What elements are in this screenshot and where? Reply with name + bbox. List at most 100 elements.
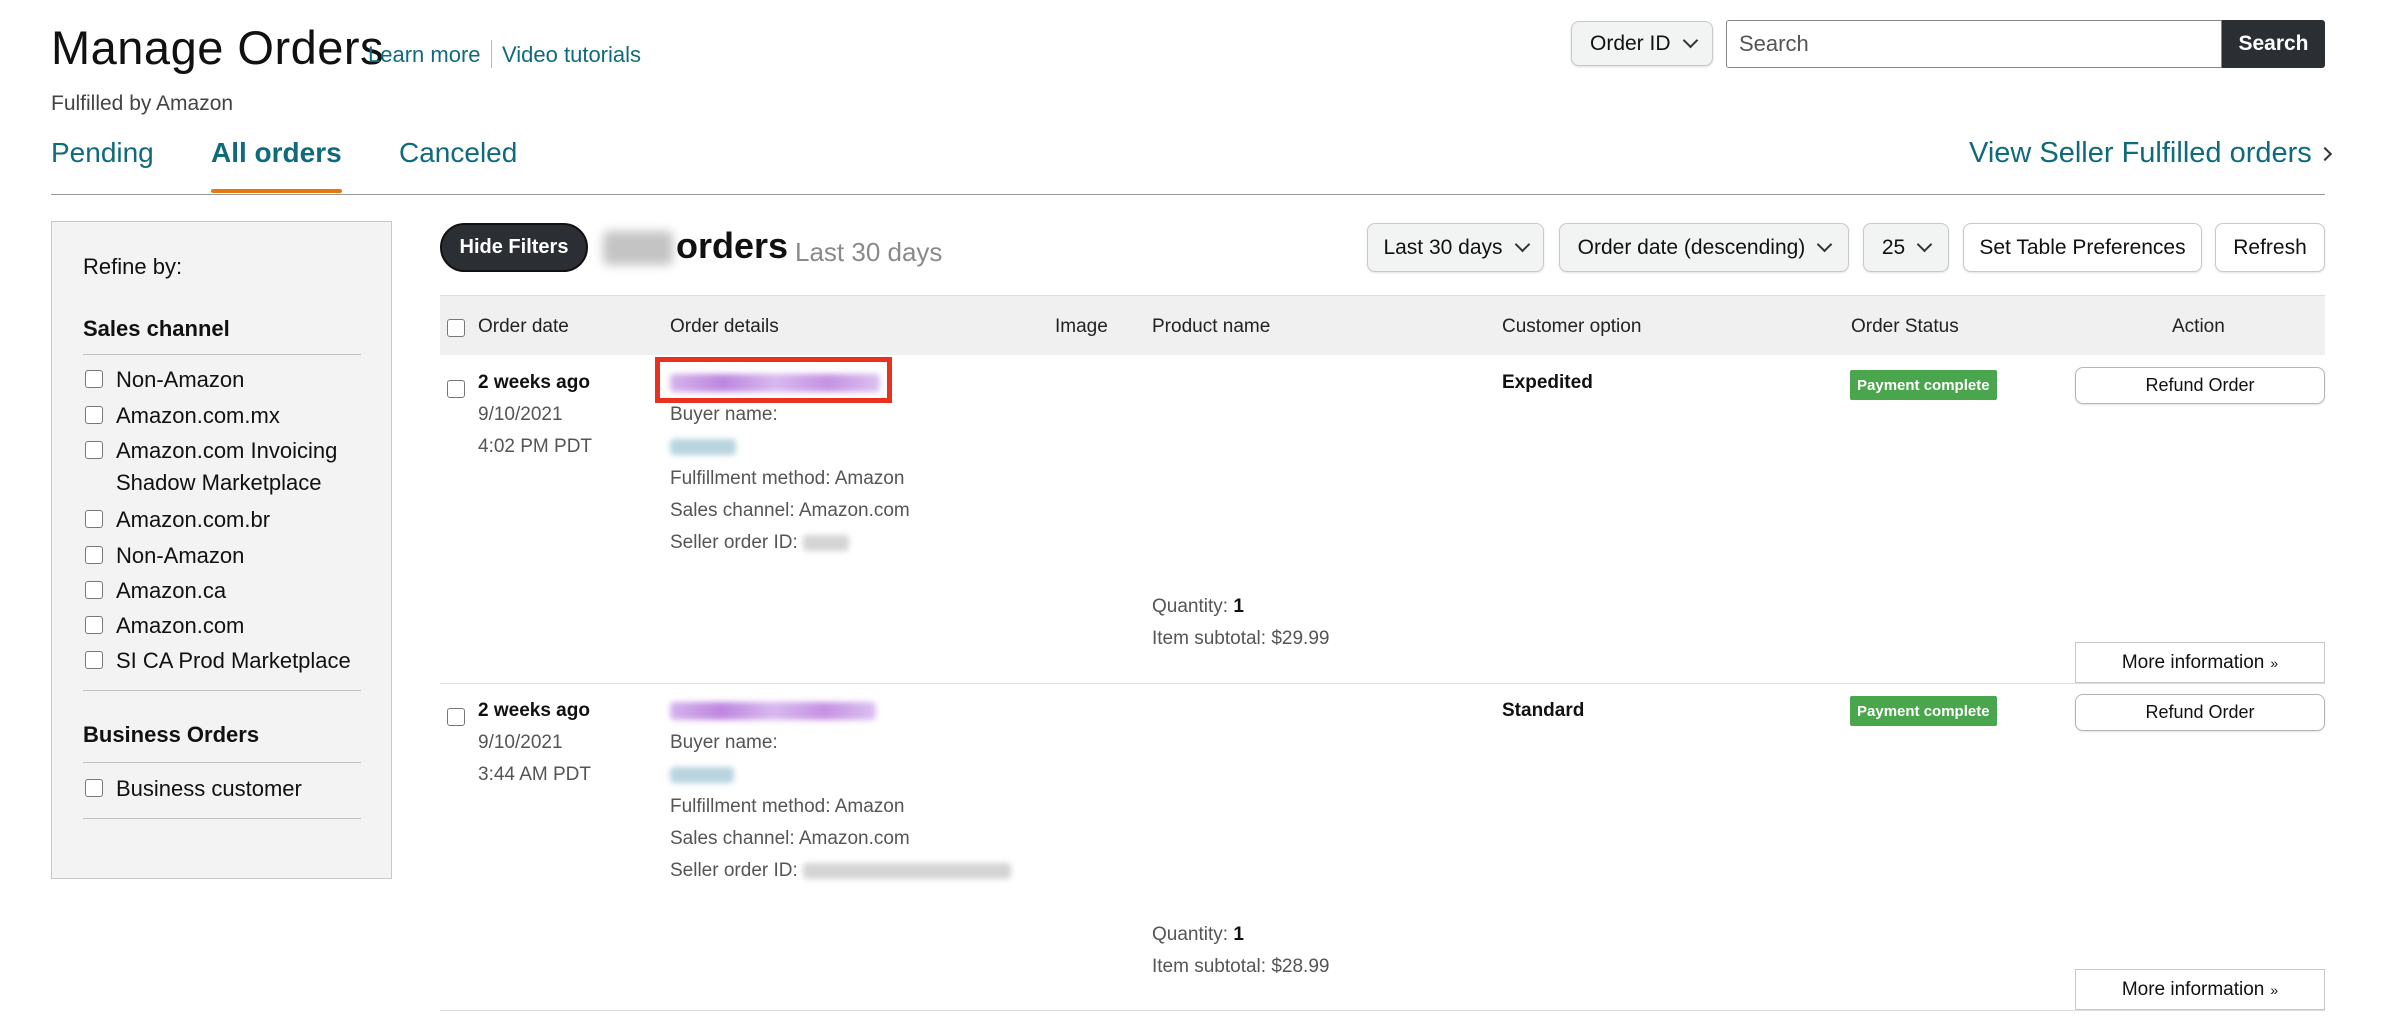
orders-count-label: orders	[676, 225, 789, 266]
tab-canceled[interactable]: Canceled	[399, 137, 517, 169]
column-header-order-status: Order Status	[1851, 316, 1959, 337]
more-information-button[interactable]: More information »	[2075, 969, 2325, 1010]
chevron-down-icon	[1916, 236, 1933, 253]
order-date-cell: 2 weeks ago 9/10/2021 3:44 AM PDT	[478, 695, 591, 791]
checkbox[interactable]	[85, 779, 103, 797]
seller-order-id-redacted	[803, 862, 1012, 879]
filter-option-si-ca-prod[interactable]: SI CA Prod Marketplace	[85, 645, 351, 677]
checkbox[interactable]	[85, 581, 103, 599]
filter-option-amazon-ca[interactable]: Amazon.ca	[85, 575, 226, 607]
sidebar-divider	[83, 762, 361, 763]
refund-order-button[interactable]: Refund Order	[2075, 367, 2325, 404]
customer-option: Expedited	[1502, 372, 1593, 393]
order-relative-date: 2 weeks ago	[478, 700, 590, 721]
product-cell: Quantity: 1 Item subtotal: $29.99	[1152, 591, 1329, 655]
highlight-box	[655, 357, 892, 403]
column-header-order-details: Order details	[670, 316, 779, 337]
row-divider	[440, 1010, 2325, 1011]
filter-option-invoicing-shadow[interactable]: Amazon.com Invoicing Shadow Marketplace	[85, 435, 365, 499]
order-date-cell: 2 weeks ago 9/10/2021 4:02 PM PDT	[478, 367, 592, 463]
more-information-label: More information	[2121, 651, 2265, 673]
quantity-value: 1	[1233, 924, 1244, 945]
sales-channel-heading: Sales channel	[83, 316, 230, 341]
column-header-customer-option: Customer option	[1502, 316, 1642, 337]
status-badge: Payment complete	[1850, 696, 1997, 726]
chevron-down-icon	[1817, 236, 1833, 253]
item-subtotal: Item subtotal: $28.99	[1152, 956, 1330, 977]
order-count-redacted	[603, 231, 673, 265]
filter-option-amazon-com-br[interactable]: Amazon.com.br	[85, 504, 270, 536]
sales-channel: Sales channel: Amazon.com	[670, 500, 910, 521]
learn-more-link[interactable]: Learn more	[368, 42, 481, 68]
checkbox[interactable]	[85, 510, 103, 528]
tabs-divider	[51, 194, 2325, 195]
page-size-select[interactable]: 25	[1863, 223, 1949, 272]
tab-all-orders[interactable]: All orders	[211, 137, 342, 169]
quantity-label: Quantity:	[1152, 924, 1229, 945]
filter-option-amazon-com[interactable]: Amazon.com	[85, 610, 244, 642]
date-range-select[interactable]: Last 30 days	[1367, 223, 1544, 272]
filter-option-business-customer[interactable]: Business customer	[85, 773, 302, 805]
select-all-checkbox[interactable]	[447, 319, 465, 337]
preferences-label: Set Table Preferences	[1979, 235, 2186, 259]
checkbox[interactable]	[85, 370, 103, 388]
refund-order-button[interactable]: Refund Order	[2075, 694, 2325, 731]
order-id-link-redacted[interactable]	[670, 700, 876, 721]
order-time: 4:02 PM PDT	[478, 436, 593, 457]
sidebar-divider	[83, 818, 361, 819]
checkbox[interactable]	[85, 441, 103, 459]
status-badge: Payment complete	[1850, 370, 1997, 400]
seller-link-label: View Seller Fulfilled orders	[1969, 137, 2312, 169]
customer-option: Standard	[1502, 700, 1585, 721]
search-type-label: Order ID	[1590, 31, 1671, 55]
filter-option-non-amazon[interactable]: Non-Amazon	[85, 364, 244, 396]
column-header-action: Action	[2172, 316, 2225, 337]
chevron-down-icon	[1514, 236, 1530, 253]
column-header-order-date[interactable]: Order date	[478, 316, 569, 338]
search-input[interactable]	[1726, 20, 2222, 68]
sidebar-divider	[83, 354, 361, 355]
chevron-down-icon	[1682, 32, 1698, 49]
more-information-button[interactable]: More information »	[2075, 642, 2325, 683]
hide-filters-button[interactable]: Hide Filters	[440, 223, 588, 272]
page-title: Manage Orders	[51, 21, 385, 74]
sort-label: Order date (descending)	[1577, 235, 1806, 259]
date-range-label: Last 30 days	[1383, 235, 1503, 259]
column-header-image: Image	[1055, 316, 1108, 337]
checkbox[interactable]	[85, 616, 103, 634]
period-label: Last 30 days	[795, 237, 943, 267]
tab-pending[interactable]: Pending	[51, 137, 154, 169]
double-chevron-down-icon: »	[2270, 981, 2279, 998]
row-checkbox[interactable]	[447, 708, 465, 726]
order-time: 3:44 AM PDT	[478, 764, 591, 785]
link-divider	[491, 40, 492, 68]
view-seller-fulfilled-link[interactable]: View Seller Fulfilled orders	[1969, 137, 2332, 170]
buyer-name-redacted[interactable]	[670, 766, 734, 783]
order-details-cell: Buyer name: Fulfillment method: Amazon S…	[670, 695, 1050, 887]
buyer-name-redacted[interactable]	[670, 438, 736, 455]
active-tab-indicator	[211, 189, 342, 193]
refresh-label: Refresh	[2233, 235, 2307, 259]
set-table-preferences-button[interactable]: Set Table Preferences	[1963, 223, 2202, 272]
row-divider	[440, 683, 2325, 684]
sidebar-divider	[83, 690, 361, 691]
order-date: 9/10/2021	[478, 732, 563, 753]
quantity-value: 1	[1233, 596, 1244, 617]
checkbox[interactable]	[85, 406, 103, 424]
filter-sidebar: Refine by: Sales channel Non-Amazon Amaz…	[51, 221, 392, 879]
search-button[interactable]: Search	[2222, 20, 2325, 68]
search-type-select[interactable]: Order ID	[1571, 21, 1713, 66]
fulfillment-method: Fulfillment method: Amazon	[670, 468, 905, 489]
filter-option-amazon-com-mx[interactable]: Amazon.com.mx	[85, 400, 280, 432]
row-checkbox[interactable]	[447, 380, 465, 398]
product-cell: Quantity: 1 Item subtotal: $28.99	[1152, 919, 1329, 983]
sort-select[interactable]: Order date (descending)	[1559, 223, 1849, 272]
order-relative-date: 2 weeks ago	[478, 372, 590, 393]
refresh-button[interactable]: Refresh	[2215, 223, 2325, 272]
quantity-label: Quantity:	[1152, 596, 1229, 617]
video-tutorials-link[interactable]: Video tutorials	[502, 42, 641, 68]
filter-option-non-amazon-2[interactable]: Non-Amazon	[85, 540, 244, 572]
checkbox[interactable]	[85, 651, 103, 669]
customer-option-cell: Expedited	[1502, 367, 1593, 399]
checkbox[interactable]	[85, 546, 103, 564]
